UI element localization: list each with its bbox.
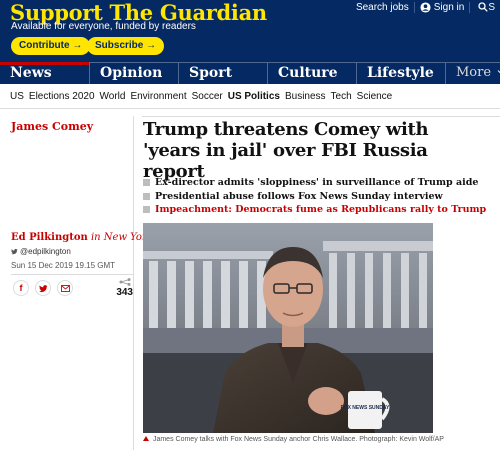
nav-item-more[interactable]: More (445, 63, 500, 84)
main-photo-illustration: FOX NEWS SUNDAY (143, 223, 433, 433)
sign-in-link[interactable]: Sign in (413, 1, 470, 13)
support-subtitle: Available for everyone, funded by reader… (11, 21, 196, 32)
top-links: Search jobs Sign in S (351, 0, 500, 14)
section-label[interactable]: James Comey (11, 120, 93, 133)
standfirst-item: Impeachment: Democrats fume as Republica… (143, 203, 498, 217)
subnav-item-tech[interactable]: Tech (331, 91, 352, 102)
sign-in-label: Sign in (433, 1, 465, 13)
twitter-handle[interactable]: @edpilkington (11, 247, 71, 256)
support-banner: Support The Guardian Available for every… (0, 0, 500, 62)
main-nav: News Opinion Sport Culture Lifestyle Mor… (0, 62, 500, 84)
twitter-handle-label: @edpilkington (20, 247, 71, 256)
subnav-item-world[interactable]: World (100, 91, 126, 102)
standfirst-text: Ex-director admits 'sloppiness' in surve… (155, 177, 479, 189)
bullet-marker (143, 206, 150, 214)
share-divider (11, 274, 133, 275)
user-icon (420, 1, 431, 13)
subnav-item-us[interactable]: US (10, 91, 24, 102)
mug-label: FOX NEWS SUNDAY (341, 405, 390, 411)
nav-item-news[interactable]: News (0, 62, 89, 84)
share-twitter-button[interactable] (35, 280, 51, 296)
share-count-icon (119, 278, 131, 286)
nav-more-label: More (456, 65, 492, 80)
caption-triangle-icon (143, 436, 149, 441)
twitter-icon (38, 284, 48, 292)
column-divider (133, 116, 134, 450)
author-link[interactable]: Ed Pilkington (11, 232, 88, 243)
subscribe-button[interactable]: Subscribe → (87, 37, 165, 55)
related-article-link[interactable]: Impeachment: Democrats fume as Republica… (155, 204, 486, 215)
bullet-marker (143, 192, 150, 200)
bullet-marker (143, 179, 150, 187)
dateline: Sun 15 Dec 2019 19.15 GMT (11, 261, 116, 270)
search-jobs-link[interactable]: Search jobs (351, 2, 414, 13)
subnav-item-science[interactable]: Science (357, 91, 393, 102)
share-count: 343 (116, 287, 133, 298)
share-email-button[interactable] (57, 280, 73, 296)
sub-nav: US Elections 2020 World Environment Socc… (0, 85, 500, 109)
standfirst-item: Presidential abuse follows Fox News Sund… (143, 190, 498, 204)
contribute-button[interactable]: Contribute → (11, 37, 91, 55)
search-icon (478, 2, 489, 12)
standfirst-text: Presidential abuse follows Fox News Sund… (155, 190, 443, 202)
nav-item-opinion[interactable]: Opinion (89, 63, 178, 84)
byline: Ed Pilkington in New York (11, 232, 153, 243)
standfirst-item: Ex-director admits 'sloppiness' in surve… (143, 176, 498, 190)
article-headline: Trump threatens Comey with 'years in jai… (143, 119, 429, 182)
nav-item-sport[interactable]: Sport (178, 63, 267, 84)
subnav-item-us-politics[interactable]: US Politics (228, 91, 280, 102)
email-icon (60, 284, 70, 292)
subnav-item-environment[interactable]: Environment (130, 91, 186, 102)
facebook-icon: f (19, 283, 23, 293)
nav-item-culture[interactable]: Culture (267, 63, 356, 84)
nav-item-lifestyle[interactable]: Lifestyle (356, 63, 445, 84)
caption-text: James Comey talks with Fox News Sunday a… (152, 436, 444, 443)
search-jobs-label: Search jobs (355, 1, 409, 13)
subnav-item-soccer[interactable]: Soccer (192, 91, 223, 102)
main-photo: FOX NEWS SUNDAY (143, 223, 433, 433)
subnav-item-business[interactable]: Business (285, 91, 326, 102)
subnav-item-elections-2020[interactable]: Elections 2020 (29, 91, 95, 102)
share-facebook-button[interactable]: f (13, 280, 29, 296)
search-button[interactable]: S (469, 1, 500, 13)
twitter-icon (11, 248, 18, 255)
search-label: S (488, 1, 495, 13)
headline-divider (142, 116, 500, 117)
photo-caption: James Comey talks with Fox News Sunday a… (143, 436, 498, 443)
standfirst: Ex-director admits 'sloppiness' in surve… (143, 176, 498, 217)
